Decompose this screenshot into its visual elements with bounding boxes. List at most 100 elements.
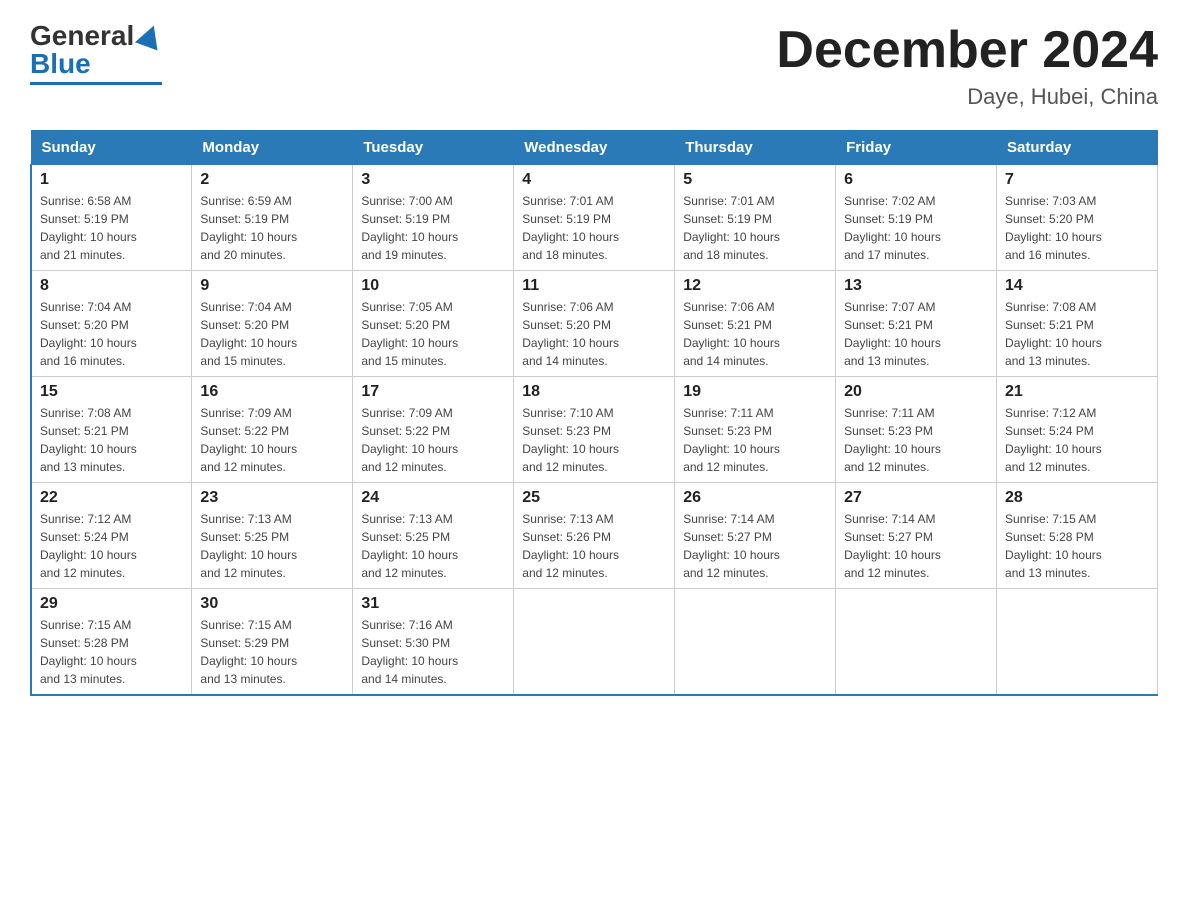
day-info: Sunrise: 7:14 AM Sunset: 5:27 PM Dayligh… <box>683 510 827 582</box>
calendar-table: Sunday Monday Tuesday Wednesday Thursday… <box>30 130 1158 696</box>
day-number: 6 <box>844 171 988 189</box>
calendar-cell: 30 Sunrise: 7:15 AM Sunset: 5:29 PM Dayl… <box>192 589 353 696</box>
day-number: 30 <box>200 595 344 613</box>
day-info: Sunrise: 7:12 AM Sunset: 5:24 PM Dayligh… <box>1005 404 1149 476</box>
day-number: 7 <box>1005 171 1149 189</box>
day-number: 26 <box>683 489 827 507</box>
day-info: Sunrise: 7:04 AM Sunset: 5:20 PM Dayligh… <box>200 298 344 370</box>
calendar-cell: 2 Sunrise: 6:59 AM Sunset: 5:19 PM Dayli… <box>192 165 353 271</box>
day-number: 2 <box>200 171 344 189</box>
calendar-cell: 14 Sunrise: 7:08 AM Sunset: 5:21 PM Dayl… <box>997 271 1158 377</box>
day-info: Sunrise: 7:10 AM Sunset: 5:23 PM Dayligh… <box>522 404 666 476</box>
day-info: Sunrise: 7:09 AM Sunset: 5:22 PM Dayligh… <box>361 404 505 476</box>
calendar-cell: 29 Sunrise: 7:15 AM Sunset: 5:28 PM Dayl… <box>31 589 192 696</box>
calendar-cell: 16 Sunrise: 7:09 AM Sunset: 5:22 PM Dayl… <box>192 377 353 483</box>
calendar-cell: 20 Sunrise: 7:11 AM Sunset: 5:23 PM Dayl… <box>836 377 997 483</box>
logo-blue-text: Blue <box>30 48 91 80</box>
title-section: December 2024 Daye, Hubei, China <box>776 20 1158 110</box>
day-number: 8 <box>40 277 183 295</box>
day-info: Sunrise: 7:15 AM Sunset: 5:29 PM Dayligh… <box>200 616 344 688</box>
calendar-header: Sunday Monday Tuesday Wednesday Thursday… <box>31 131 1158 165</box>
header-monday: Monday <box>192 131 353 165</box>
day-number: 16 <box>200 383 344 401</box>
page-header: General Blue December 2024 Daye, Hubei, … <box>30 20 1158 110</box>
calendar-cell: 7 Sunrise: 7:03 AM Sunset: 5:20 PM Dayli… <box>997 165 1158 271</box>
calendar-row-1: 1 Sunrise: 6:58 AM Sunset: 5:19 PM Dayli… <box>31 165 1158 271</box>
day-info: Sunrise: 7:12 AM Sunset: 5:24 PM Dayligh… <box>40 510 183 582</box>
calendar-row-2: 8 Sunrise: 7:04 AM Sunset: 5:20 PM Dayli… <box>31 271 1158 377</box>
calendar-cell: 28 Sunrise: 7:15 AM Sunset: 5:28 PM Dayl… <box>997 483 1158 589</box>
day-info: Sunrise: 7:15 AM Sunset: 5:28 PM Dayligh… <box>40 616 183 688</box>
calendar-cell: 12 Sunrise: 7:06 AM Sunset: 5:21 PM Dayl… <box>675 271 836 377</box>
day-number: 3 <box>361 171 505 189</box>
day-number: 21 <box>1005 383 1149 401</box>
day-info: Sunrise: 7:11 AM Sunset: 5:23 PM Dayligh… <box>683 404 827 476</box>
calendar-cell: 23 Sunrise: 7:13 AM Sunset: 5:25 PM Dayl… <box>192 483 353 589</box>
day-info: Sunrise: 7:00 AM Sunset: 5:19 PM Dayligh… <box>361 192 505 264</box>
calendar-cell: 4 Sunrise: 7:01 AM Sunset: 5:19 PM Dayli… <box>514 165 675 271</box>
calendar-cell: 21 Sunrise: 7:12 AM Sunset: 5:24 PM Dayl… <box>997 377 1158 483</box>
header-sunday: Sunday <box>31 131 192 165</box>
day-number: 13 <box>844 277 988 295</box>
calendar-cell: 10 Sunrise: 7:05 AM Sunset: 5:20 PM Dayl… <box>353 271 514 377</box>
day-info: Sunrise: 7:16 AM Sunset: 5:30 PM Dayligh… <box>361 616 505 688</box>
day-number: 1 <box>40 171 183 189</box>
header-tuesday: Tuesday <box>353 131 514 165</box>
day-info: Sunrise: 7:13 AM Sunset: 5:26 PM Dayligh… <box>522 510 666 582</box>
day-info: Sunrise: 6:58 AM Sunset: 5:19 PM Dayligh… <box>40 192 183 264</box>
day-info: Sunrise: 6:59 AM Sunset: 5:19 PM Dayligh… <box>200 192 344 264</box>
calendar-row-4: 22 Sunrise: 7:12 AM Sunset: 5:24 PM Dayl… <box>31 483 1158 589</box>
day-number: 29 <box>40 595 183 613</box>
calendar-cell <box>997 589 1158 696</box>
day-info: Sunrise: 7:06 AM Sunset: 5:21 PM Dayligh… <box>683 298 827 370</box>
header-row: Sunday Monday Tuesday Wednesday Thursday… <box>31 131 1158 165</box>
day-info: Sunrise: 7:13 AM Sunset: 5:25 PM Dayligh… <box>200 510 344 582</box>
calendar-cell: 5 Sunrise: 7:01 AM Sunset: 5:19 PM Dayli… <box>675 165 836 271</box>
header-thursday: Thursday <box>675 131 836 165</box>
logo-triangle-icon <box>135 22 165 51</box>
day-info: Sunrise: 7:11 AM Sunset: 5:23 PM Dayligh… <box>844 404 988 476</box>
day-info: Sunrise: 7:15 AM Sunset: 5:28 PM Dayligh… <box>1005 510 1149 582</box>
day-number: 9 <box>200 277 344 295</box>
day-number: 31 <box>361 595 505 613</box>
calendar-cell: 1 Sunrise: 6:58 AM Sunset: 5:19 PM Dayli… <box>31 165 192 271</box>
day-number: 12 <box>683 277 827 295</box>
logo-underline <box>30 82 162 85</box>
calendar-cell: 22 Sunrise: 7:12 AM Sunset: 5:24 PM Dayl… <box>31 483 192 589</box>
day-info: Sunrise: 7:01 AM Sunset: 5:19 PM Dayligh… <box>522 192 666 264</box>
day-number: 15 <box>40 383 183 401</box>
calendar-cell: 27 Sunrise: 7:14 AM Sunset: 5:27 PM Dayl… <box>836 483 997 589</box>
calendar-cell: 15 Sunrise: 7:08 AM Sunset: 5:21 PM Dayl… <box>31 377 192 483</box>
day-number: 24 <box>361 489 505 507</box>
day-number: 18 <box>522 383 666 401</box>
calendar-row-5: 29 Sunrise: 7:15 AM Sunset: 5:28 PM Dayl… <box>31 589 1158 696</box>
day-number: 25 <box>522 489 666 507</box>
day-info: Sunrise: 7:01 AM Sunset: 5:19 PM Dayligh… <box>683 192 827 264</box>
day-number: 27 <box>844 489 988 507</box>
day-info: Sunrise: 7:14 AM Sunset: 5:27 PM Dayligh… <box>844 510 988 582</box>
day-number: 28 <box>1005 489 1149 507</box>
day-number: 10 <box>361 277 505 295</box>
logo: General Blue <box>30 20 162 85</box>
day-info: Sunrise: 7:03 AM Sunset: 5:20 PM Dayligh… <box>1005 192 1149 264</box>
calendar-cell: 18 Sunrise: 7:10 AM Sunset: 5:23 PM Dayl… <box>514 377 675 483</box>
calendar-cell: 11 Sunrise: 7:06 AM Sunset: 5:20 PM Dayl… <box>514 271 675 377</box>
day-info: Sunrise: 7:04 AM Sunset: 5:20 PM Dayligh… <box>40 298 183 370</box>
day-number: 20 <box>844 383 988 401</box>
day-number: 4 <box>522 171 666 189</box>
calendar-cell: 19 Sunrise: 7:11 AM Sunset: 5:23 PM Dayl… <box>675 377 836 483</box>
header-saturday: Saturday <box>997 131 1158 165</box>
day-info: Sunrise: 7:06 AM Sunset: 5:20 PM Dayligh… <box>522 298 666 370</box>
day-info: Sunrise: 7:05 AM Sunset: 5:20 PM Dayligh… <box>361 298 505 370</box>
calendar-title: December 2024 <box>776 20 1158 80</box>
calendar-cell: 17 Sunrise: 7:09 AM Sunset: 5:22 PM Dayl… <box>353 377 514 483</box>
day-number: 5 <box>683 171 827 189</box>
day-number: 22 <box>40 489 183 507</box>
day-number: 23 <box>200 489 344 507</box>
day-info: Sunrise: 7:08 AM Sunset: 5:21 PM Dayligh… <box>1005 298 1149 370</box>
day-number: 17 <box>361 383 505 401</box>
header-wednesday: Wednesday <box>514 131 675 165</box>
day-info: Sunrise: 7:07 AM Sunset: 5:21 PM Dayligh… <box>844 298 988 370</box>
calendar-body: 1 Sunrise: 6:58 AM Sunset: 5:19 PM Dayli… <box>31 165 1158 696</box>
logo-blue-part <box>134 25 162 47</box>
